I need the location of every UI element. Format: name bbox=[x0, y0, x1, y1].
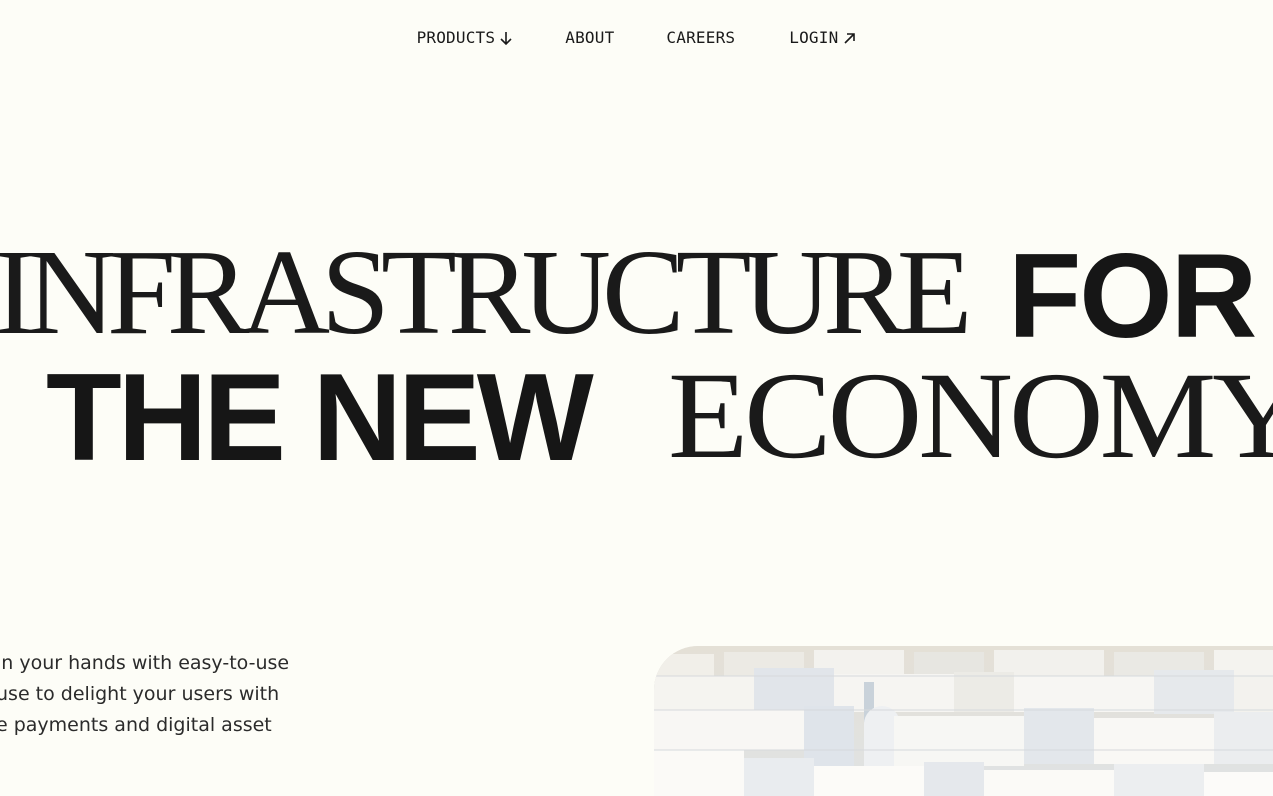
top-nav: PRODUCTS ABOUT CAREERS LOGIN bbox=[0, 28, 1273, 47]
white-blocks-image bbox=[654, 646, 1273, 796]
intro-line-1: in your hands with easy-to-use bbox=[0, 652, 290, 674]
hero-word-infrastructure: INFRASTRUCTURE bbox=[0, 225, 972, 360]
intro-paragraph: in your hands with easy-to-use use to de… bbox=[0, 648, 336, 741]
nav-about-link[interactable]: ABOUT bbox=[565, 28, 614, 47]
hero-word-the-new: THE NEW bbox=[46, 349, 594, 487]
nav-login-link[interactable]: LOGIN bbox=[789, 28, 856, 47]
nav-products-link[interactable]: PRODUCTS bbox=[417, 28, 514, 47]
intro-line-2: use to delight your users with bbox=[0, 683, 280, 705]
arrow-down-icon bbox=[499, 30, 513, 46]
arrow-up-right-icon bbox=[842, 30, 856, 46]
hero-word-for: FOR bbox=[1008, 229, 1257, 363]
page: PRODUCTS ABOUT CAREERS LOGIN INFRASTRUCT bbox=[0, 0, 1273, 796]
nav-careers-label: CAREERS bbox=[666, 28, 736, 47]
nav-about-label: ABOUT bbox=[565, 28, 615, 47]
nav-login-label: LOGIN bbox=[789, 28, 839, 47]
intro-line-3: e payments and digital asset bbox=[0, 714, 272, 736]
nav-products-label: PRODUCTS bbox=[416, 28, 496, 47]
hero-image bbox=[654, 646, 1273, 796]
nav-careers-link[interactable]: CAREERS bbox=[666, 28, 735, 47]
hero-word-economy: ECONOMY bbox=[668, 347, 1273, 484]
